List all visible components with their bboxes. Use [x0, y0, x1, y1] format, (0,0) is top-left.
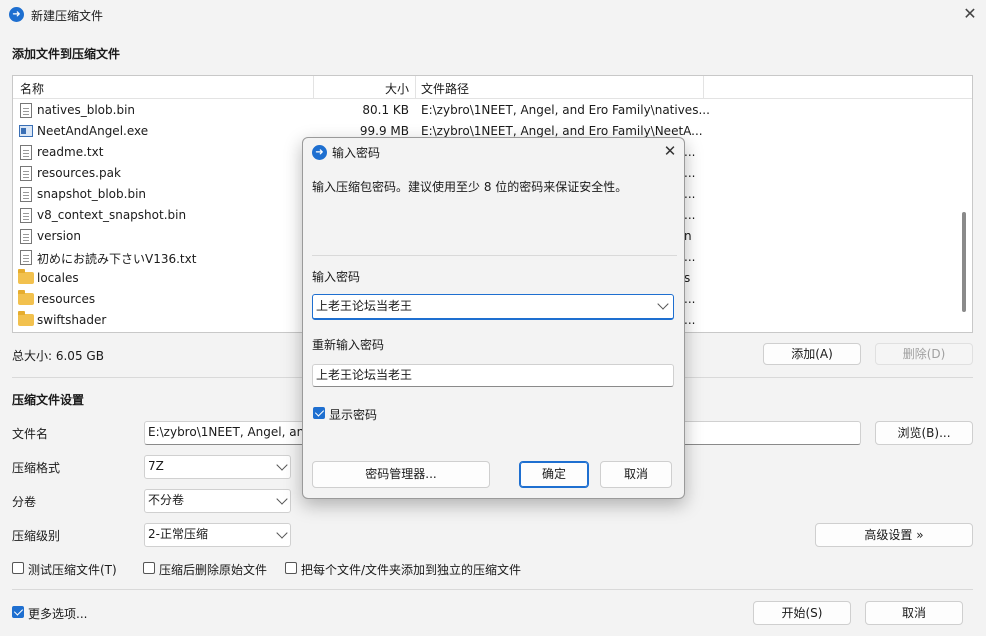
advanced-settings-button[interactable]: 高级设置 » [815, 523, 973, 547]
password-dialog: ➜ 输入密码 ✕ 输入压缩包密码。建议使用至少 8 位的密码来保证安全性。 输入… [302, 137, 685, 499]
column-header-path[interactable]: 文件路径 [421, 80, 469, 97]
scrollbar-thumb[interactable] [962, 212, 966, 312]
file-icon [20, 166, 32, 181]
password-field[interactable]: 上老王论坛当老王 [312, 294, 674, 320]
column-divider [415, 76, 416, 99]
file-name: snapshot_blob.bin [37, 187, 147, 201]
file-name: NeetAndAngel.exe [37, 124, 149, 138]
file-icon [20, 229, 32, 244]
test-archive-checkbox[interactable] [12, 562, 24, 574]
password-manager-button[interactable]: 密码管理器... [312, 461, 490, 488]
window-title: 新建压缩文件 [31, 9, 104, 23]
confirm-password-field[interactable]: 上老王论坛当老王 [312, 364, 674, 387]
file-path: ... [684, 313, 696, 327]
exe-icon [19, 125, 33, 137]
chevron-down-icon [276, 527, 288, 539]
password-label: 输入密码 [312, 270, 361, 284]
file-path: ... [684, 187, 696, 201]
file-path: ... [684, 145, 696, 159]
level-select[interactable]: 2-正常压缩 [144, 523, 291, 547]
file-icon [20, 187, 32, 202]
title-bar: ➜ 新建压缩文件 ✕ [0, 0, 986, 30]
delete-after-label[interactable]: 压缩后删除原始文件 [159, 561, 267, 578]
file-path: ... [684, 208, 696, 222]
delete-after-checkbox[interactable] [143, 562, 155, 574]
app-logo-icon: ➜ [312, 145, 327, 160]
divider [12, 589, 973, 590]
file-list-header: 名称 大小 文件路径 [13, 76, 972, 99]
dialog-close-icon[interactable]: ✕ [660, 141, 680, 161]
column-divider [313, 76, 314, 99]
add-section-title: 添加文件到压缩文件 [12, 47, 121, 61]
filename-label: 文件名 [12, 427, 49, 441]
test-archive-label[interactable]: 测试压缩文件(T) [28, 561, 117, 578]
file-name: resources.pak [37, 166, 121, 180]
folder-icon [18, 290, 34, 305]
file-path: E:\zybro\1NEET, Angel, and Ero Family\Ne… [421, 124, 703, 138]
file-size: 80.1 KB [362, 103, 409, 117]
file-path: n [684, 229, 692, 243]
app-logo-icon: ➜ [9, 7, 24, 22]
cancel-button[interactable]: 取消 [865, 601, 963, 625]
dialog-cancel-button[interactable]: 取消 [600, 461, 672, 488]
file-path: ... [684, 292, 696, 306]
volume-select-value: 不分卷 [148, 493, 185, 507]
divider [312, 255, 677, 256]
file-name: natives_blob.bin [37, 103, 136, 117]
file-path: ... [684, 250, 696, 264]
more-options-checkbox[interactable] [12, 606, 24, 618]
folder-icon [18, 311, 34, 326]
password-field-value: 上老王论坛当老王 [316, 299, 413, 313]
file-name: v8_context_snapshot.bin [37, 208, 187, 222]
folder-icon [18, 269, 34, 284]
confirm-password-label: 重新输入密码 [312, 338, 385, 352]
file-row[interactable]: natives_blob.bin 80.1 KB E:\zybro\1NEET,… [13, 100, 958, 121]
column-header-size[interactable]: 大小 [373, 80, 409, 97]
start-button[interactable]: 开始(S) [753, 601, 851, 625]
browse-button[interactable]: 浏览(B)... [875, 421, 973, 445]
file-path: E:\zybro\1NEET, Angel, and Ero Family\na… [421, 103, 710, 117]
format-select-value: 7Z [148, 459, 164, 473]
more-options-label[interactable]: 更多选项... [28, 605, 87, 622]
add-button[interactable]: 添加(A) [763, 343, 861, 365]
chevron-down-icon [276, 493, 288, 505]
file-name: locales [37, 271, 79, 285]
dialog-title: 输入密码 [332, 146, 381, 160]
delete-button[interactable]: 删除(D) [875, 343, 973, 365]
format-label: 压缩格式 [12, 461, 61, 475]
settings-section-title: 压缩文件设置 [12, 393, 85, 407]
file-name: resources [37, 292, 96, 306]
column-header-name[interactable]: 名称 [20, 80, 44, 97]
chevron-down-icon [276, 459, 288, 471]
level-label: 压缩级别 [12, 529, 61, 543]
format-select[interactable]: 7Z [144, 455, 291, 479]
file-icon [20, 250, 32, 265]
show-password-checkbox[interactable] [313, 407, 325, 419]
total-size: 总大小: 6.05 GB [12, 349, 104, 363]
close-icon[interactable]: ✕ [960, 4, 980, 24]
file-icon [20, 103, 32, 118]
chevron-down-icon[interactable] [657, 298, 669, 310]
file-name: readme.txt [37, 145, 104, 159]
separate-archives-checkbox[interactable] [285, 562, 297, 574]
file-size: 99.9 MB [359, 124, 409, 138]
dialog-description: 输入压缩包密码。建议使用至少 8 位的密码来保证安全性。 [312, 180, 628, 194]
file-name: 初めにお読み下さいV136.txt [37, 252, 197, 266]
file-name: swiftshader [37, 313, 107, 327]
file-path: ... [684, 166, 696, 180]
separate-archives-label[interactable]: 把每个文件/文件夹添加到独立的压缩文件 [301, 561, 521, 578]
column-divider [703, 76, 704, 99]
volume-label: 分卷 [12, 495, 37, 509]
file-icon [20, 208, 32, 223]
ok-button[interactable]: 确定 [519, 461, 589, 488]
file-name: version [37, 229, 81, 243]
level-select-value: 2-正常压缩 [148, 527, 208, 541]
show-password-label[interactable]: 显示密码 [329, 406, 377, 423]
volume-select[interactable]: 不分卷 [144, 489, 291, 513]
file-icon [20, 145, 32, 160]
